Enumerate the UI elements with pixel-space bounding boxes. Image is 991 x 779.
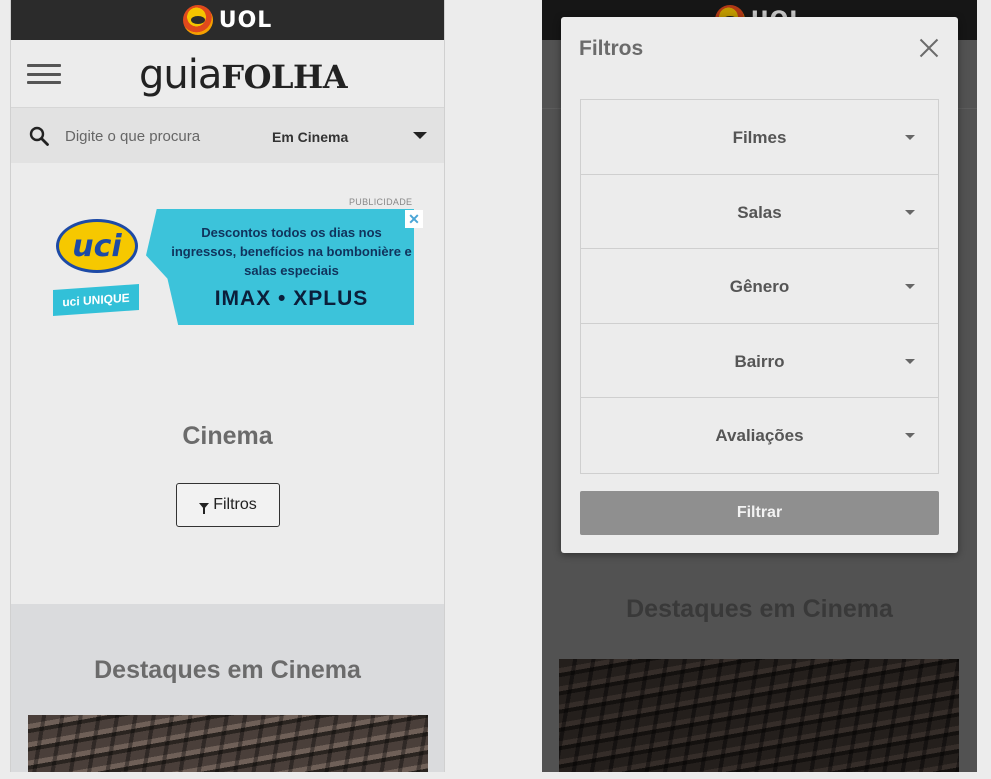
- filter-label: Avaliações: [715, 426, 804, 445]
- ad-brands: IMAX • XPLUS: [214, 287, 369, 310]
- close-icon[interactable]: [917, 36, 941, 60]
- phone-screen-left: UOL guiaFOLHA Digite o que procura Em Ci…: [10, 0, 445, 772]
- uol-topbar: UOL: [11, 0, 444, 40]
- filter-label: Filmes: [732, 128, 787, 147]
- brand-guia: guia: [139, 52, 222, 98]
- chevron-down-icon[interactable]: [413, 132, 427, 139]
- highlights-title: Destaques em Cinema: [94, 656, 361, 684]
- modal-title: Filtros: [579, 37, 644, 60]
- filter-label: Bairro: [734, 351, 785, 371]
- ad-banner[interactable]: uci uci UNIQUE Descontos todos os dias n…: [51, 209, 423, 325]
- search-icon[interactable]: [29, 126, 49, 146]
- highlights-section: Destaques em Cinema: [11, 604, 444, 772]
- uci-unique-logo: uci UNIQUE: [53, 283, 139, 317]
- filter-label: Salas: [737, 202, 782, 222]
- chevron-down-icon: [905, 209, 915, 215]
- cinema-seats-image[interactable]: [28, 715, 428, 772]
- search-input[interactable]: Digite o que procura: [65, 128, 200, 145]
- guiafolha-logo[interactable]: guiaFOLHA: [139, 52, 348, 98]
- chevron-down-icon: [905, 284, 915, 289]
- ad-text: Descontos todos os dias nos ingressos, b…: [171, 225, 412, 278]
- search-category-select[interactable]: Em Cinema: [272, 129, 348, 145]
- chevron-down-icon: [905, 358, 915, 364]
- ad-logo-area: uci uci UNIQUE: [51, 209, 151, 325]
- filters-button[interactable]: Filtros: [176, 483, 280, 527]
- filter-submit-button[interactable]: Filtrar: [580, 491, 939, 535]
- uci-logo: uci: [56, 219, 138, 273]
- filter-icon: [199, 503, 210, 514]
- filters-modal: Filtros Filmes Salas Gênero Bairro Avali…: [561, 17, 958, 553]
- menu-icon[interactable]: [27, 64, 61, 84]
- page-title: Cinema: [182, 422, 273, 450]
- filter-select-filmes[interactable]: Filmes: [581, 100, 938, 175]
- brand-folha: FOLHA: [221, 58, 348, 96]
- chevron-down-icon: [905, 433, 915, 438]
- filter-select-avaliacoes[interactable]: Avaliações: [581, 398, 938, 473]
- filter-select-genero[interactable]: Gênero: [581, 249, 938, 324]
- search-bar: Digite o que procura Em Cinema: [11, 108, 444, 163]
- filter-list: Filmes Salas Gênero Bairro Avaliações: [580, 99, 939, 474]
- filter-select-bairro[interactable]: Bairro: [581, 324, 938, 398]
- filter-label: Gênero: [729, 277, 790, 296]
- filter-select-salas[interactable]: Salas: [581, 175, 938, 249]
- phone-screen-right: UOL Destaques em Cinema Filtros Filmes S…: [542, 0, 977, 772]
- uol-logo-icon[interactable]: [182, 5, 213, 35]
- close-icon[interactable]: ✕: [405, 210, 423, 228]
- filters-button-label: Filtros: [213, 496, 257, 513]
- uol-logo-text[interactable]: UOL: [219, 8, 273, 33]
- chevron-down-icon: [905, 135, 915, 140]
- site-header: guiaFOLHA: [11, 40, 444, 108]
- ad-label: PUBLICIDADE: [349, 197, 413, 207]
